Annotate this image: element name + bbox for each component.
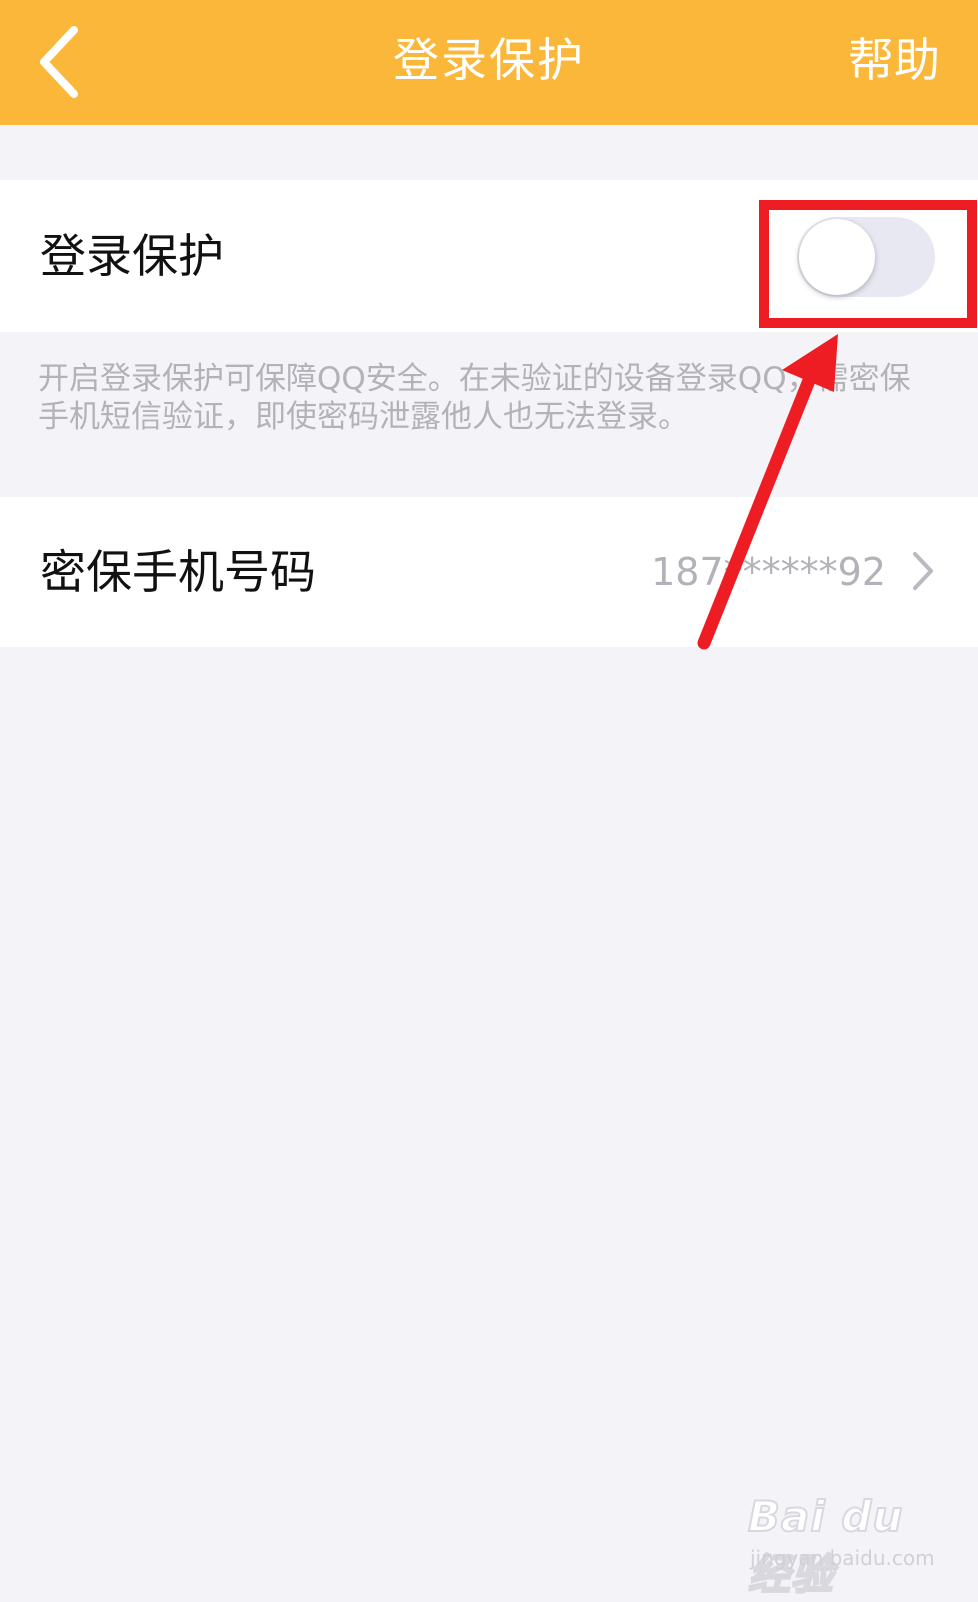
secure-phone-row[interactable]: 密保手机号码 187******92 xyxy=(0,497,978,647)
watermark-url: jingyan.baidu.com xyxy=(750,1546,935,1570)
chevron-right-icon xyxy=(910,549,936,593)
page-title: 登录保护 xyxy=(393,33,585,87)
login-protection-label: 登录保护 xyxy=(40,229,224,283)
secure-phone-label: 密保手机号码 xyxy=(40,545,316,599)
top-navigation-bar: 登录保护 帮助 xyxy=(0,0,978,125)
help-button[interactable]: 帮助 xyxy=(848,30,940,90)
baidu-jingyan-watermark: Bai du 经验 jingyan.baidu.com xyxy=(747,1490,948,1600)
login-protection-row: 登录保护 xyxy=(0,180,978,332)
login-protection-toggle[interactable] xyxy=(797,217,935,297)
login-protection-description: 开启登录保护可保障QQ安全。在未验证的设备登录QQ，需密保手机短信验证，即使密码… xyxy=(38,361,911,435)
watermark-logo-text: Bai du 经验 xyxy=(747,1491,904,1600)
toggle-knob xyxy=(799,219,875,295)
secure-phone-value: 187******92 xyxy=(651,550,886,594)
